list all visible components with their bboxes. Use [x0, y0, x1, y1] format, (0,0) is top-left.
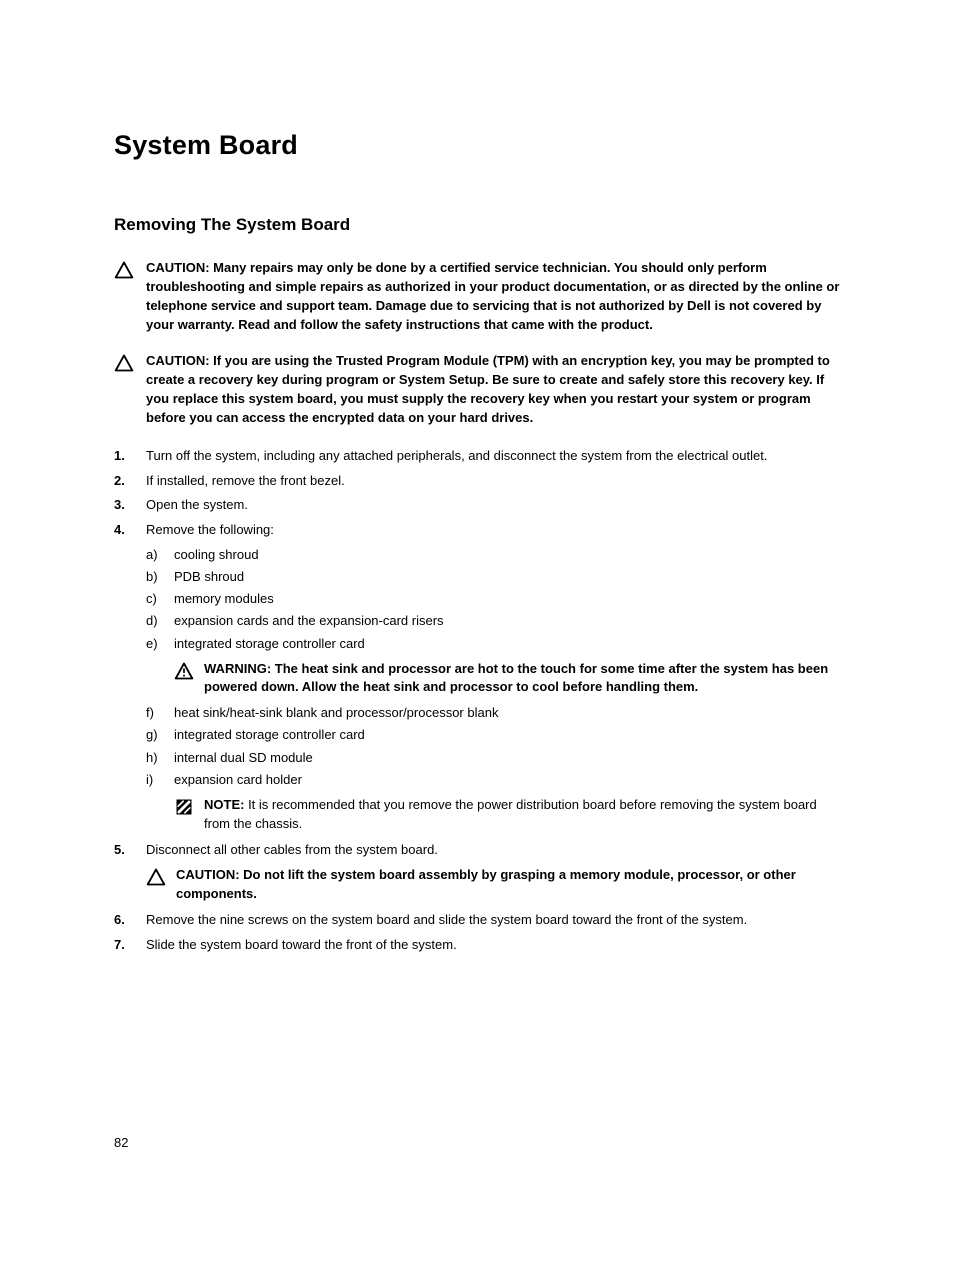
- step-item: Disconnect all other cables from the sys…: [114, 840, 844, 904]
- sub-item: PDB shroud: [146, 567, 844, 587]
- procedure-list: Turn off the system, including any attac…: [114, 446, 844, 956]
- page-title: System Board: [114, 130, 844, 161]
- step-item: If installed, remove the front bezel.: [114, 471, 844, 492]
- warning-text: WARNING: The heat sink and processor are…: [204, 660, 844, 698]
- caution-notice: CAUTION: If you are using the Trusted Pr…: [114, 352, 844, 427]
- note-icon: [174, 797, 194, 817]
- sub-item: expansion cards and the expansion-card r…: [146, 611, 844, 631]
- sub-item: cooling shroud: [146, 545, 844, 565]
- caution-notice: CAUTION: Many repairs may only be done b…: [114, 259, 844, 334]
- caution-text: CAUTION: If you are using the Trusted Pr…: [146, 352, 844, 427]
- step-item: Remove the following: cooling shroud PDB…: [114, 520, 844, 833]
- sub-item: internal dual SD module: [146, 748, 844, 768]
- step-item: Turn off the system, including any attac…: [114, 446, 844, 467]
- section-heading: Removing The System Board: [114, 215, 844, 235]
- caution-icon: [114, 260, 134, 280]
- caution-text: CAUTION: Many repairs may only be done b…: [146, 259, 844, 334]
- page-number: 82: [114, 1135, 128, 1150]
- step-item: Open the system.: [114, 495, 844, 516]
- sub-item: heat sink/heat-sink blank and processor/…: [146, 703, 844, 723]
- sub-item: memory modules: [146, 589, 844, 609]
- caution-notice: CAUTION: Do not lift the system board as…: [146, 866, 844, 904]
- note-text: NOTE: It is recommended that you remove …: [204, 796, 844, 834]
- sub-item: integrated storage controller card: [146, 725, 844, 745]
- step-item: Remove the nine screws on the system boa…: [114, 910, 844, 931]
- caution-icon: [146, 867, 166, 887]
- sub-item: expansion card holder NOTE: It is recomm…: [146, 770, 844, 834]
- caution-text: CAUTION: Do not lift the system board as…: [176, 866, 844, 904]
- note-notice: NOTE: It is recommended that you remove …: [174, 796, 844, 834]
- sub-list: cooling shroud PDB shroud memory modules…: [146, 545, 844, 834]
- warning-notice: WARNING: The heat sink and processor are…: [174, 660, 844, 698]
- caution-icon: [114, 353, 134, 373]
- step-item: Slide the system board toward the front …: [114, 935, 844, 956]
- warning-icon: [174, 661, 194, 681]
- document-page: System Board Removing The System Board C…: [0, 0, 954, 1268]
- sub-item: integrated storage controller card WARNI…: [146, 634, 844, 698]
